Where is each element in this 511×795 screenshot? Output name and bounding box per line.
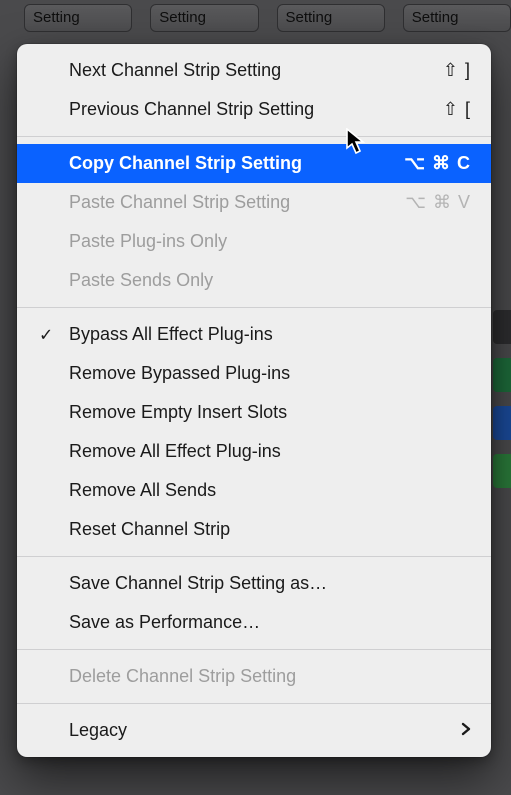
menu-item: Delete Channel Strip Setting [17,657,491,696]
menu-item: Paste Channel Strip Setting⌥ ⌘ V [17,183,491,222]
menu-item-label: Remove All Sends [69,480,471,501]
menu-item[interactable]: Remove Empty Insert Slots [17,393,491,432]
menu-item[interactable]: Reset Channel Strip [17,510,491,549]
menu-item-label: Save as Performance… [69,612,471,633]
menu-item-label: Bypass All Effect Plug-ins [69,324,471,345]
menu-item-shortcut: ⌥ ⌘ V [405,192,471,213]
menu-item-label: Paste Channel Strip Setting [69,192,405,213]
menu-item-label: Paste Sends Only [69,270,471,291]
insert-slot[interactable] [493,310,511,344]
insert-slot[interactable] [493,358,511,392]
menu-item-label: Legacy [69,720,461,741]
menu-item-label: Reset Channel Strip [69,519,471,540]
menu-separator [17,556,491,557]
channel-strip-context-menu[interactable]: Next Channel Strip Setting⇧ ]Previous Ch… [17,44,491,757]
menu-item-label: Next Channel Strip Setting [69,60,443,81]
menu-item-label: Copy Channel Strip Setting [69,153,404,174]
menu-item: Paste Sends Only [17,261,491,300]
menu-item-shortcut: ⇧ [ [443,99,471,120]
menu-item[interactable]: Save Channel Strip Setting as… [17,564,491,603]
insert-slot[interactable] [493,454,511,488]
menu-item-label: Save Channel Strip Setting as… [69,573,471,594]
menu-separator [17,136,491,137]
menu-item-label: Previous Channel Strip Setting [69,99,443,120]
menu-item-shortcut: ⇧ ] [443,60,471,81]
menu-item[interactable]: Remove All Effect Plug-ins [17,432,491,471]
menu-item-label: Remove Bypassed Plug-ins [69,363,471,384]
menu-item-label: Remove Empty Insert Slots [69,402,471,423]
channel-strip-button-row: Setting Setting Setting Setting [0,0,511,32]
menu-item[interactable]: Remove All Sends [17,471,491,510]
channel-strip-setting-button[interactable]: Setting [150,4,258,32]
chevron-right-icon [461,720,471,741]
menu-item[interactable]: Save as Performance… [17,603,491,642]
menu-item-shortcut: ⌥ ⌘ C [404,153,471,174]
insert-slot[interactable] [493,406,511,440]
menu-item-label: Remove All Effect Plug-ins [69,441,471,462]
channel-strip-setting-button[interactable]: Setting [277,4,385,32]
menu-item[interactable]: Previous Channel Strip Setting⇧ [ [17,90,491,129]
menu-item[interactable]: Copy Channel Strip Setting⌥ ⌘ C [17,144,491,183]
menu-item-label: Paste Plug-ins Only [69,231,471,252]
menu-item[interactable]: ✓ Bypass All Effect Plug-ins [17,315,491,354]
menu-item: Paste Plug-ins Only [17,222,491,261]
channel-strip-setting-button[interactable]: Setting [403,4,511,32]
insert-slots-peek [493,310,511,502]
menu-item[interactable]: Next Channel Strip Setting⇧ ] [17,51,491,90]
check-icon: ✓ [39,326,53,343]
menu-item-label: Delete Channel Strip Setting [69,666,471,687]
menu-separator [17,307,491,308]
channel-strip-setting-button[interactable]: Setting [24,4,132,32]
menu-separator [17,703,491,704]
menu-item[interactable]: Remove Bypassed Plug-ins [17,354,491,393]
menu-item[interactable]: Legacy [17,711,491,750]
menu-separator [17,649,491,650]
